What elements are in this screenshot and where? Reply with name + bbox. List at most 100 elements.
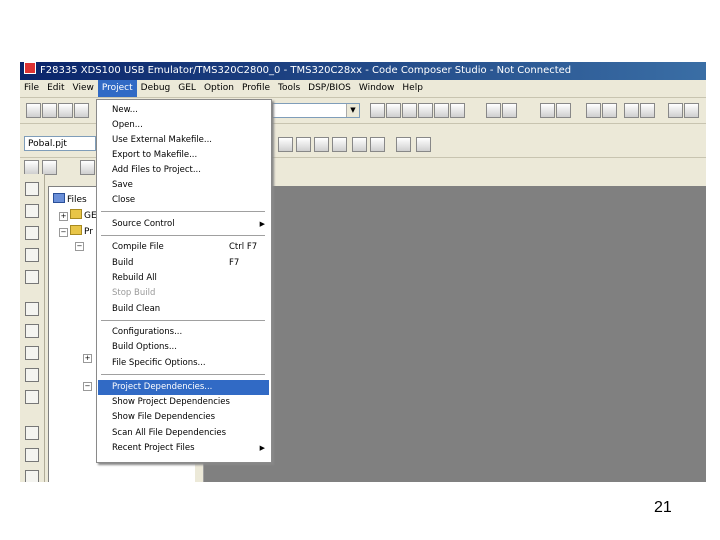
save-icon[interactable] — [58, 103, 73, 118]
menu-window[interactable]: Window — [355, 80, 399, 97]
find-prev-icon[interactable] — [402, 103, 417, 118]
menu-edit[interactable]: Edit — [43, 80, 68, 97]
menu-item-file-specific-options[interactable]: File Specific Options... — [98, 356, 269, 371]
step-over-side-icon[interactable] — [25, 204, 39, 218]
align-left-icon[interactable] — [624, 103, 639, 118]
menu-item-export-makefile[interactable]: Export to Makefile... — [98, 148, 269, 163]
find-in-files-icon[interactable] — [418, 103, 433, 118]
menu-item-open[interactable]: Open... — [98, 118, 269, 133]
folder-icon — [70, 209, 82, 219]
step-out-icon[interactable] — [25, 226, 39, 240]
step-into-icon[interactable] — [25, 182, 39, 196]
halt-icon[interactable] — [25, 324, 39, 338]
tree-node-gel[interactable]: + GE — [59, 209, 97, 221]
menu-gel[interactable]: GEL — [174, 80, 200, 97]
bookmark-icon[interactable] — [586, 103, 601, 118]
expand-icon[interactable]: + — [59, 212, 68, 221]
menu-item-show-file-dependencies[interactable]: Show File Dependencies — [98, 410, 269, 425]
disassembly-icon[interactable] — [25, 470, 39, 482]
menu-item-compile-file[interactable]: Compile File Ctrl F7 — [98, 240, 269, 255]
breakpoint-icon[interactable] — [352, 137, 367, 152]
collapse-icon[interactable]: − — [75, 242, 84, 251]
step-icon[interactable] — [668, 103, 683, 118]
menu-tools[interactable]: Tools — [274, 80, 304, 97]
animate-icon[interactable] — [25, 346, 39, 360]
run-icon[interactable] — [25, 302, 39, 316]
tree-node-project[interactable]: − — [75, 241, 86, 251]
run-to-cursor-icon[interactable] — [25, 248, 39, 262]
tree-node-sub2[interactable]: − — [83, 381, 94, 391]
find-combo[interactable]: ▼ — [272, 103, 360, 118]
menu-item-build[interactable]: Build F7 — [98, 256, 269, 271]
app-icon — [24, 62, 36, 74]
menu-item-add-files[interactable]: Add Files to Project... — [98, 163, 269, 178]
menu-option[interactable]: Option — [200, 80, 238, 97]
find-next-icon[interactable] — [386, 103, 401, 118]
project-combo[interactable]: Pobal.pjt — [24, 136, 96, 151]
menu-separator — [101, 374, 265, 376]
help-pointer-icon[interactable] — [502, 103, 517, 118]
tree-node-sub1[interactable]: + — [83, 353, 94, 363]
align-right-icon[interactable] — [640, 103, 655, 118]
menu-item-rebuild-all[interactable]: Rebuild All — [98, 271, 269, 286]
build-icon[interactable] — [296, 137, 311, 152]
tree-node-gel-label: GE — [84, 211, 97, 221]
watch-icon[interactable] — [24, 160, 39, 175]
find-combo-arrow-icon[interactable]: ▼ — [346, 104, 359, 117]
menu-item-project-dependencies[interactable]: Project Dependencies... — [98, 380, 269, 395]
outdent-icon[interactable] — [556, 103, 571, 118]
collapse-icon[interactable]: − — [59, 228, 68, 237]
remove-breakpoints-icon[interactable] — [370, 137, 385, 152]
compile-icon[interactable] — [278, 137, 293, 152]
stop-build-icon[interactable] — [332, 137, 347, 152]
window-title: F28335 XDS100 USB Emulator/TMS320C2800_0… — [40, 65, 572, 76]
step-over-icon[interactable] — [684, 103, 699, 118]
menu-bar: File Edit View Project Debug GEL Option Profile… — [20, 80, 706, 98]
set-pc-icon[interactable] — [25, 270, 39, 284]
shortcut-build: F7 — [229, 258, 240, 268]
menu-item-scan-all-file-dependencies[interactable]: Scan All File Dependencies — [98, 426, 269, 441]
menu-item-stop-build: Stop Build — [112, 288, 156, 298]
open-folder-icon[interactable] — [42, 103, 57, 118]
menu-item-configurations[interactable]: Configurations... — [98, 325, 269, 340]
submenu-arrow-icon: ▶ — [259, 444, 265, 452]
wrench-icon[interactable] — [416, 137, 431, 152]
menu-item-build-options[interactable]: Build Options... — [98, 340, 269, 355]
menu-item-new[interactable]: New... — [98, 103, 269, 118]
collapse-icon[interactable]: − — [83, 382, 92, 391]
indent-icon[interactable] — [540, 103, 555, 118]
menu-help[interactable]: Help — [398, 80, 427, 97]
menu-view[interactable]: View — [69, 80, 98, 97]
menu-item-save[interactable]: Save — [98, 178, 269, 193]
print-icon[interactable] — [486, 103, 501, 118]
reset-icon[interactable] — [25, 390, 39, 404]
tree-node-projects[interactable]: − Pr — [59, 225, 93, 237]
new-file-icon[interactable] — [26, 103, 41, 118]
glasses-icon[interactable] — [42, 160, 57, 175]
probe-point-icon[interactable] — [396, 137, 411, 152]
menu-item-build-clean[interactable]: Build Clean — [98, 302, 269, 317]
menu-debug[interactable]: Debug — [137, 80, 175, 97]
menu-item-source-control[interactable]: Source Control ▶ — [98, 217, 269, 232]
menu-project[interactable]: Project — [97, 80, 137, 97]
cut-icon[interactable] — [74, 103, 89, 118]
rebuild-icon[interactable] — [314, 137, 329, 152]
memory-view-icon[interactable] — [25, 448, 39, 462]
menu-file[interactable]: File — [20, 80, 43, 97]
menu-item-recent-project-files[interactable]: Recent Project Files ▶ — [98, 441, 269, 456]
scissors-icon[interactable] — [450, 103, 465, 118]
find-icon[interactable] — [370, 103, 385, 118]
menu-item-show-project-dependencies[interactable]: Show Project Dependencies — [98, 395, 269, 410]
run-free-icon[interactable] — [25, 368, 39, 382]
menu-dspbios[interactable]: DSP/BIOS — [304, 80, 355, 97]
menu-item-close[interactable]: Close — [98, 193, 269, 208]
bookmark-next-icon[interactable] — [602, 103, 617, 118]
memory-icon[interactable] — [80, 160, 95, 175]
menu-profile[interactable]: Profile — [238, 80, 274, 97]
tree-root[interactable]: Files — [53, 193, 87, 205]
submenu-arrow-icon: ▶ — [259, 220, 265, 228]
expand-icon[interactable]: + — [83, 354, 92, 363]
menu-item-use-external-makefile[interactable]: Use External Makefile... — [98, 133, 269, 148]
registers-icon[interactable] — [25, 426, 39, 440]
binoculars-icon[interactable] — [434, 103, 449, 118]
